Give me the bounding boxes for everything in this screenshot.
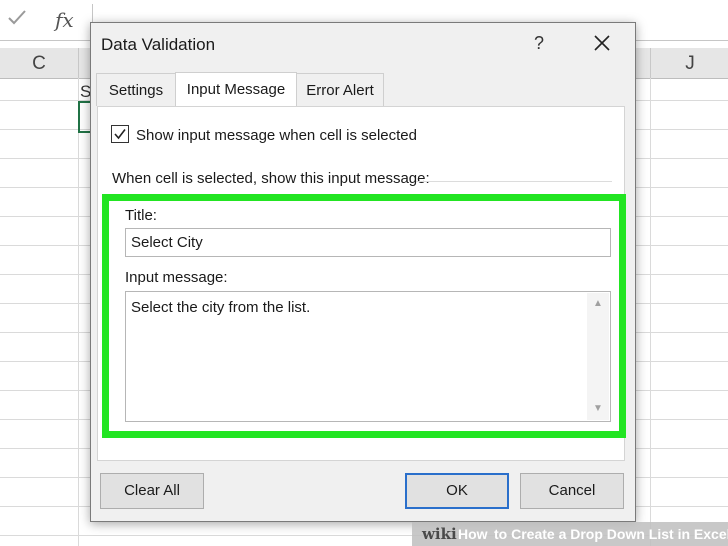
close-icon[interactable] <box>588 29 616 57</box>
title-label: Title: <box>125 207 157 224</box>
show-message-label[interactable]: Show input message when cell is selected <box>136 127 417 144</box>
grid-column-line <box>78 78 79 546</box>
title-input[interactable] <box>125 228 611 257</box>
dialog-title: Data Validation <box>101 35 216 54</box>
checkmark-icon <box>114 129 126 140</box>
data-validation-dialog: Data Validation ? Settings Input Message… <box>90 22 636 522</box>
tab-error-alert[interactable]: Error Alert <box>296 73 384 106</box>
cancel-button[interactable]: Cancel <box>520 473 624 509</box>
section-label: When cell is selected, show this input m… <box>112 170 430 187</box>
watermark: wiki How to Create a Drop Down List in E… <box>412 522 728 546</box>
clear-all-button[interactable]: Clear All <box>100 473 204 509</box>
checkmark-icon[interactable] <box>6 6 28 34</box>
help-button[interactable]: ? <box>527 29 551 57</box>
highlighted-input-area: Title: Input message: Select the city fr… <box>102 194 626 438</box>
show-message-checkbox[interactable] <box>111 125 129 143</box>
watermark-title: to Create a Drop Down List in Excel <box>494 526 728 542</box>
tab-input-message[interactable]: Input Message <box>175 72 297 107</box>
scroll-down-icon[interactable]: ▼ <box>587 400 609 418</box>
watermark-logo: wiki <box>422 525 457 543</box>
column-header-j[interactable]: J <box>650 48 728 78</box>
column-header-c[interactable]: C <box>0 48 79 78</box>
function-icon[interactable]: fx <box>55 8 74 32</box>
input-message-panel: Show input message when cell is selected… <box>97 106 626 461</box>
watermark-how: How <box>458 526 488 542</box>
grid-column-line <box>650 78 651 546</box>
input-message-scrollbar[interactable]: ▲ ▼ <box>587 293 609 420</box>
tab-settings[interactable]: Settings <box>96 73 176 106</box>
section-divider <box>416 181 612 182</box>
scroll-up-icon[interactable]: ▲ <box>587 295 609 313</box>
input-message-box: Select the city from the list. ▲ ▼ <box>125 291 611 422</box>
ok-button[interactable]: OK <box>405 473 509 509</box>
input-message-textarea[interactable]: Select the city from the list. <box>131 299 586 417</box>
input-message-label: Input message: <box>125 269 228 286</box>
